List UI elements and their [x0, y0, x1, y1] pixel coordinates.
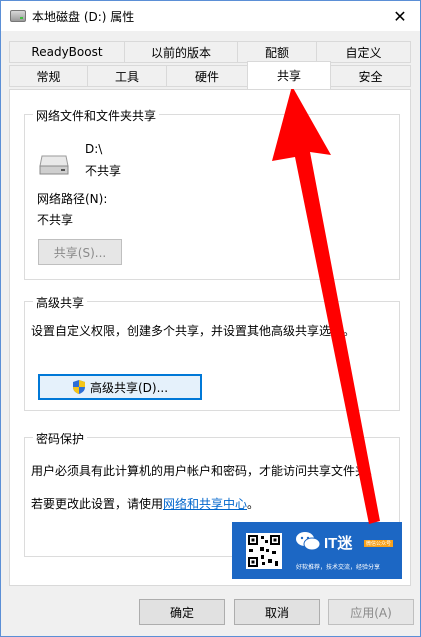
- group-title: 高级共享: [33, 294, 88, 311]
- drive-name: D:\: [85, 142, 103, 156]
- advanced-sharing-description: 设置自定义权限，创建多个共享，并设置其他高级共享选项。: [31, 324, 356, 338]
- wechat-icon: [296, 532, 321, 551]
- tab-general[interactable]: 常规: [9, 65, 88, 87]
- network-sharing-group: 网络文件和文件夹共享 D:\ 不共享 网络路径(N): 不共享 共享(S)...: [24, 107, 400, 280]
- tab-panel-sharing: 网络文件和文件夹共享 D:\ 不共享 网络路径(N): 不共享 共享(S)...…: [9, 89, 411, 586]
- tab-hardware[interactable]: 硬件: [166, 65, 248, 87]
- share-button[interactable]: 共享(S)...: [38, 239, 122, 265]
- watermark-subtitle: 好软推荐，技术交流，经验分享: [296, 564, 381, 571]
- watermark-title: IT迷: [324, 535, 353, 552]
- watermark-banner: IT迷 微信公众号 好软推荐，技术交流，经验分享: [232, 522, 402, 579]
- properties-window: 本地磁盘 (D:) 属性 ✕ ReadyBoost 以前的版本 配额 自定义 常…: [0, 0, 421, 637]
- group-title: 网络文件和文件夹共享: [33, 107, 160, 124]
- advanced-sharing-label: 高级共享(D)...: [89, 380, 169, 395]
- watermark-badge: 微信公众号: [364, 540, 394, 547]
- hard-drive-icon: [39, 155, 69, 175]
- network-path-value: 不共享: [37, 213, 74, 227]
- ok-button[interactable]: 确定: [139, 599, 225, 625]
- password-description: 用户必须具有此计算机的用户帐户和密码，才能访问共享文件夹。: [31, 464, 380, 478]
- tab-sharing[interactable]: 共享: [247, 61, 331, 89]
- qr-code-icon: [246, 533, 282, 569]
- tab-strip: ReadyBoost 以前的版本 配额 自定义 常规 工具 硬件 共享 安全: [9, 41, 411, 89]
- group-title: 密码保护: [33, 430, 88, 447]
- uac-shield-icon: [72, 380, 85, 394]
- window-title: 本地磁盘 (D:) 属性: [32, 9, 135, 24]
- drive-icon: [10, 10, 26, 22]
- advanced-sharing-button[interactable]: 高级共享(D)...: [38, 374, 202, 400]
- tab-customize[interactable]: 自定义: [316, 41, 411, 63]
- dialog-footer: 确定 取消 应用(A): [1, 597, 420, 627]
- change-suffix: 。: [247, 497, 260, 511]
- advanced-sharing-group: 高级共享 设置自定义权限，创建多个共享，并设置其他高级共享选项。 高级共享(D)…: [24, 294, 400, 411]
- tab-readyboost[interactable]: ReadyBoost: [9, 41, 125, 63]
- tab-tools[interactable]: 工具: [87, 65, 167, 87]
- tab-security[interactable]: 安全: [330, 65, 411, 87]
- tab-previous-versions[interactable]: 以前的版本: [124, 41, 238, 63]
- apply-button[interactable]: 应用(A): [328, 599, 414, 625]
- drive-share-status: 不共享: [85, 164, 122, 178]
- network-path-label: 网络路径(N):: [37, 192, 108, 206]
- cancel-button[interactable]: 取消: [234, 599, 320, 625]
- change-prefix: 若要更改此设置，请使用: [31, 497, 164, 511]
- network-center-link[interactable]: 网络和共享中心: [163, 497, 247, 511]
- change-setting-text: 若要更改此设置，请使用网络和共享中心。: [31, 495, 259, 512]
- title-bar: 本地磁盘 (D:) 属性 ✕: [1, 1, 420, 31]
- close-icon[interactable]: ✕: [380, 1, 420, 31]
- tab-quota[interactable]: 配额: [237, 41, 317, 63]
